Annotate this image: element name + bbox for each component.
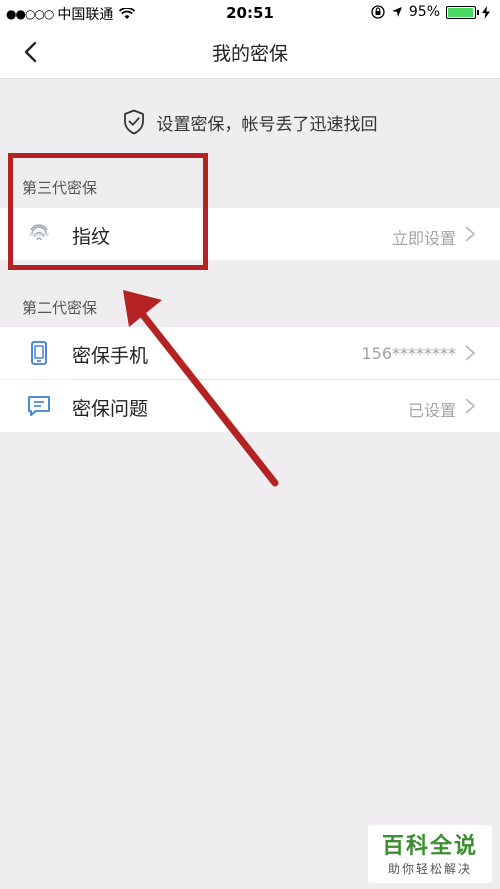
charging-icon xyxy=(482,5,490,19)
battery-level xyxy=(448,7,473,17)
status-bar: ●●○○○ 中国联通 20:51 95% xyxy=(0,0,500,26)
security-notice: 设置密保，帐号丢了迅速找回 xyxy=(0,106,500,138)
annotation-highlight-box xyxy=(8,153,208,270)
security-phone-value: 156******** xyxy=(361,344,456,363)
nav-bar: 我的密保 xyxy=(0,26,500,79)
watermark-logo: 百科全说 助你轻松解决 xyxy=(368,825,492,883)
watermark-title: 百科全说 xyxy=(381,834,478,859)
security-phone-label: 密保手机 xyxy=(72,345,149,367)
section-header-second-gen: 第二代密保 xyxy=(22,299,98,317)
battery-icon xyxy=(446,5,479,19)
battery-percent: 95% xyxy=(408,4,440,20)
security-question-label: 密保问题 xyxy=(72,398,149,420)
notice-text: 设置密保，帐号丢了迅速找回 xyxy=(156,114,378,135)
security-question-status: 已设置 xyxy=(407,401,456,420)
shield-check-icon xyxy=(123,109,144,135)
phone-icon xyxy=(31,341,47,365)
status-right: 95% xyxy=(371,4,490,20)
chevron-right-icon xyxy=(465,398,476,414)
watermark-subtitle: 助你轻松解决 xyxy=(387,862,472,876)
security-phone-row[interactable]: 密保手机 156******** xyxy=(0,327,500,379)
location-arrow-icon xyxy=(391,7,402,17)
chevron-right-icon xyxy=(465,345,476,361)
fingerprint-status: 立即设置 xyxy=(391,229,456,248)
security-question-row[interactable]: 密保问题 已设置 xyxy=(0,380,500,432)
speech-bubble-icon xyxy=(28,396,50,416)
orientation-lock-icon xyxy=(371,5,385,19)
page-title: 我的密保 xyxy=(211,43,288,65)
chevron-right-icon xyxy=(465,226,476,242)
